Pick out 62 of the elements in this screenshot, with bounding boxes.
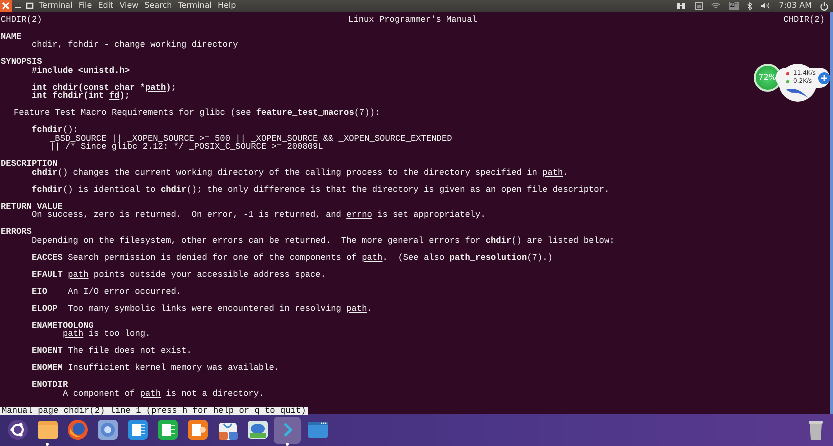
section-heading: ERRORS xyxy=(1,227,32,237)
section-heading: SYNOPSIS xyxy=(1,57,42,67)
section-heading: RETURN VALUE xyxy=(1,202,63,212)
menu-item[interactable]: Terminal xyxy=(175,0,215,12)
mail-icon xyxy=(246,419,268,441)
menu-item[interactable]: Help xyxy=(214,0,240,12)
man-text: Feature Test Macro Requirements for glibc (see feature_test_macros(7)): xyxy=(14,108,380,118)
man-text: ENAMETOOLONG xyxy=(32,320,94,330)
document-app-icon xyxy=(126,419,148,441)
clock[interactable]: 7:03 AM xyxy=(779,0,812,12)
section-heading: DESCRIPTION xyxy=(1,159,58,169)
chromium-icon xyxy=(96,419,118,441)
menu-item[interactable]: Terminal xyxy=(36,0,76,12)
volume-icon[interactable] xyxy=(761,2,772,10)
man-text: _BSD_SOURCE || _XOPEN_SOURCE >= 500 || _XOPEN_SOURCE && _XOPEN_SOURCE_EXTENDED xyxy=(50,134,452,144)
maximize-button[interactable] xyxy=(24,0,36,12)
transfer-icon[interactable] xyxy=(677,2,688,10)
man-text: Depending on the filesystem, other errors can be returned. The more general errors for chdir() are listed below: xyxy=(32,236,615,246)
man-text: EFAULT path points outside your accessible address space. xyxy=(32,270,326,280)
man-page-title: CHDIR(2) xyxy=(784,16,825,24)
wifi-icon[interactable] xyxy=(711,2,722,10)
menu-item[interactable]: Edit xyxy=(95,0,117,12)
man-text: EACCES Search permission is denied for one of the components of path. (See also path_resolution(7).) xyxy=(32,252,553,262)
dot-icon xyxy=(786,80,790,84)
bluetooth-icon[interactable] xyxy=(747,2,754,10)
section-heading: NAME xyxy=(1,32,22,42)
man-text: path is too long. xyxy=(63,329,151,339)
man-text: int fchdir(int fd); xyxy=(32,91,130,101)
man-text: ELOOP Too many symbolic links were encountered in resolving path. xyxy=(32,304,372,314)
man-text: int chdir(const char *path); xyxy=(32,82,176,92)
trash-icon xyxy=(808,419,824,441)
man-text: fchdir(): xyxy=(32,125,78,135)
man-page-title: CHDIR(2) xyxy=(1,16,42,24)
maximize-icon xyxy=(26,2,34,10)
calendar-icon[interactable] xyxy=(695,2,704,10)
window-icon xyxy=(306,419,328,441)
man-text: || /* Since glibc 2.12: */ _POSIX_C_SOURCE >= 200809L xyxy=(50,142,324,152)
man-text: fchdir() is identical to chdir(); the only difference is that the directory is given as an open file descriptor. xyxy=(32,184,610,194)
power-icon[interactable] xyxy=(820,2,829,10)
man-text: chdir() changes the current working directory of the calling process to the directory specified in path. xyxy=(32,168,568,178)
presentation-icon xyxy=(186,419,208,441)
man-text: A component of path is not a directory. xyxy=(63,388,264,398)
scrollbar[interactable] xyxy=(830,12,833,414)
dot-icon xyxy=(786,72,790,76)
firefox-icon xyxy=(66,419,88,441)
man-text: #include <unistd.h> xyxy=(32,66,130,76)
folder-icon xyxy=(36,419,58,441)
man-text: ENOMEM Insufficient kernel memory was available. xyxy=(32,363,280,373)
man-text: ENOENT The file does not exist. xyxy=(32,346,192,356)
menu-item[interactable]: View xyxy=(116,0,142,12)
close-icon xyxy=(2,2,10,10)
man-text: On success, zero is returned. On error, -1 is returned, and errno is set appropriately. xyxy=(32,210,486,220)
ubuntu-logo-icon xyxy=(6,419,28,441)
menu-item[interactable]: Search xyxy=(142,0,176,12)
plus-icon[interactable] xyxy=(818,72,831,84)
manual-title: Linux Programmer's Manual xyxy=(348,16,478,24)
man-text: ENOTDIR xyxy=(32,380,68,390)
man-text: EIO An I/O error occurred. xyxy=(32,286,182,296)
spreadsheet-icon xyxy=(156,419,178,441)
man-text: chdir, fchdir - change working directory xyxy=(32,40,238,50)
cpu-gauge: 72% xyxy=(754,64,782,92)
menu-item[interactable]: File xyxy=(76,0,96,12)
